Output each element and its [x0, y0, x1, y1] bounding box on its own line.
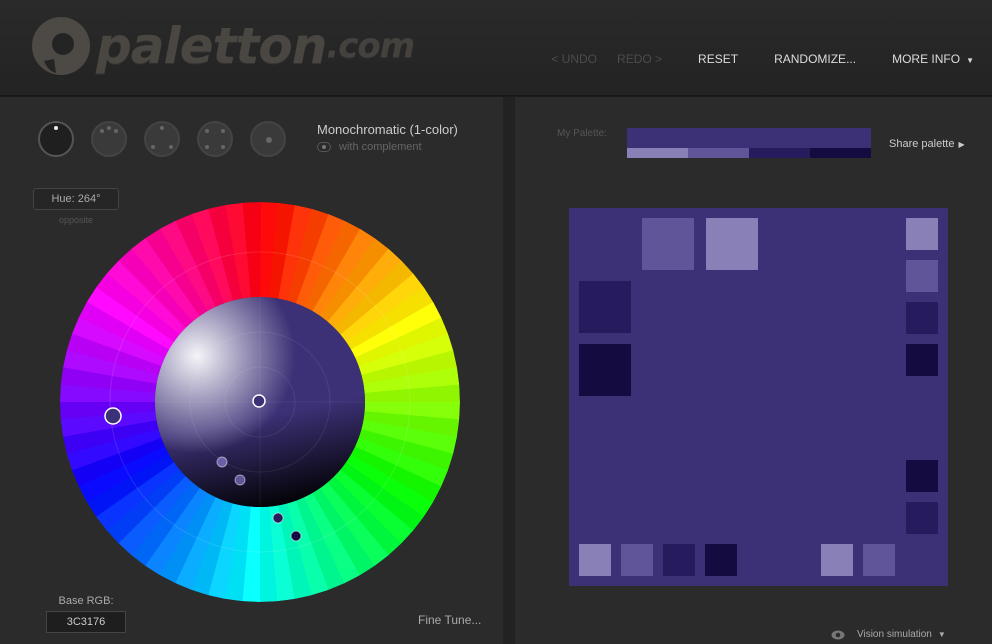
palette-preview[interactable] — [569, 208, 948, 586]
palette-swatch[interactable] — [688, 148, 749, 158]
palette-swatches — [627, 148, 871, 158]
color-wheel[interactable] — [60, 202, 460, 602]
preview-swatch[interactable] — [706, 218, 758, 270]
shade-dot[interactable] — [216, 456, 228, 468]
shade-dot[interactable] — [234, 474, 246, 486]
logo-text: paletton — [96, 17, 327, 75]
top-nav: < UNDO REDO > RESET RANDOMIZE... MORE IN… — [551, 52, 974, 66]
preview-swatch[interactable] — [579, 544, 611, 576]
more-info-label: MORE INFO — [892, 52, 961, 66]
triangle-down-icon: ▼ — [937, 630, 946, 639]
share-palette-button[interactable]: Share palette ▶ — [889, 138, 965, 150]
color-wheel-panel: Monochromatic (1-color) with complement … — [0, 97, 503, 644]
preview-swatch[interactable] — [642, 218, 694, 270]
preview-swatch[interactable] — [906, 218, 938, 250]
preview-swatch[interactable] — [705, 544, 737, 576]
triad-scheme-icon[interactable] — [144, 121, 180, 157]
complement-label: with complement — [339, 141, 422, 153]
base-rgb-input[interactable]: 3C3176 — [46, 611, 126, 633]
header: paletton .com < UNDO REDO > RESET RANDOM… — [0, 0, 992, 96]
preview-swatch[interactable] — [863, 544, 895, 576]
redo-button[interactable]: REDO > — [617, 52, 662, 66]
fine-tune-button[interactable]: Fine Tune... — [418, 613, 481, 627]
palette-swatch[interactable] — [627, 148, 688, 158]
logo[interactable]: paletton .com — [30, 14, 415, 78]
tetrad-scheme-icon[interactable] — [197, 121, 233, 157]
logo-suffix: .com — [326, 26, 415, 66]
triangle-down-icon: ▼ — [966, 56, 974, 65]
preview-swatch[interactable] — [906, 302, 938, 334]
mono-scheme-icon[interactable] — [38, 121, 74, 157]
hue-handle[interactable] — [104, 407, 122, 425]
share-palette-label: Share palette — [889, 138, 955, 150]
triangle-right-icon: ▶ — [958, 140, 965, 149]
eye-icon — [831, 630, 845, 639]
vision-simulation-button[interactable]: Vision simulation ▼ — [831, 629, 946, 640]
adjacent-scheme-icon[interactable] — [91, 121, 127, 157]
preview-swatch[interactable] — [906, 260, 938, 292]
my-palette-bar[interactable] — [627, 128, 871, 158]
shade-dot[interactable] — [290, 530, 302, 542]
preview-swatch[interactable] — [906, 460, 938, 492]
preview-swatch[interactable] — [821, 544, 853, 576]
base-rgb-label: Base RGB: — [58, 595, 114, 607]
preview-swatch[interactable] — [906, 344, 938, 376]
preview-swatch[interactable] — [621, 544, 653, 576]
palette-main-color[interactable] — [627, 128, 871, 148]
paletton-logo-icon — [32, 17, 90, 75]
scheme-selector — [38, 121, 303, 157]
reset-button[interactable]: RESET — [698, 52, 738, 66]
preview-swatch[interactable] — [663, 544, 695, 576]
scheme-name: Monochromatic (1-color) — [317, 122, 458, 137]
preview-swatch[interactable] — [579, 281, 631, 333]
randomize-button[interactable]: RANDOMIZE... — [774, 52, 856, 66]
complement-toggle[interactable]: with complement — [317, 141, 422, 153]
more-info-button[interactable]: MORE INFO ▼ — [892, 52, 974, 66]
vision-simulation-label: Vision simulation — [857, 629, 932, 640]
preview-swatch[interactable] — [906, 502, 938, 534]
freestyle-scheme-icon[interactable] — [250, 121, 286, 157]
undo-button[interactable]: < UNDO — [551, 52, 597, 66]
panel-divider — [503, 97, 515, 644]
preview-swatch[interactable] — [579, 344, 631, 396]
shade-dot[interactable] — [272, 512, 284, 524]
palette-swatch[interactable] — [749, 148, 810, 158]
palette-swatch[interactable] — [810, 148, 871, 158]
palette-panel: My Palette: Share palette ▶ Vision simula… — [515, 97, 992, 644]
toggle-icon[interactable] — [317, 142, 331, 152]
my-palette-label: My Palette: — [557, 128, 608, 139]
shade-handle[interactable] — [252, 394, 266, 408]
